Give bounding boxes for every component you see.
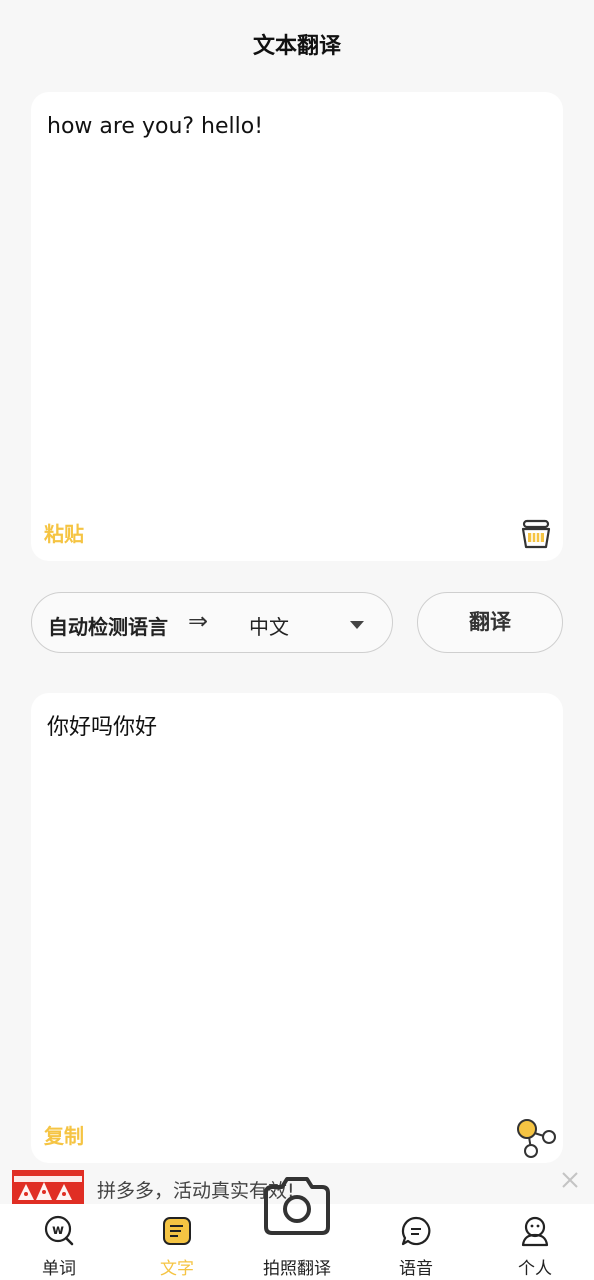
- text-doc-icon: [161, 1215, 193, 1247]
- copy-button[interactable]: 复制: [44, 1120, 84, 1149]
- person-icon: [519, 1215, 551, 1247]
- speech-bubble-icon: [400, 1215, 432, 1247]
- source-language[interactable]: 自动检测语言: [48, 611, 168, 640]
- chevron-down-icon[interactable]: [350, 621, 364, 629]
- tab-text[interactable]: 文字: [118, 1204, 236, 1280]
- tab-label: 单词: [42, 1259, 76, 1279]
- tab-profile[interactable]: 个人: [476, 1204, 594, 1280]
- source-text-input[interactable]: how are you? hello!: [47, 112, 547, 142]
- svg-text:w: w: [52, 1223, 64, 1238]
- share-icon[interactable]: [515, 1117, 557, 1159]
- close-icon[interactable]: [558, 1168, 582, 1192]
- paste-button[interactable]: 粘贴: [44, 518, 84, 547]
- result-text: 你好吗你好: [47, 715, 158, 740]
- tab-label: 语音: [399, 1259, 433, 1279]
- target-language[interactable]: 中文: [249, 611, 289, 640]
- tab-voice[interactable]: 语音: [357, 1204, 475, 1280]
- result-text-card: 你好吗你好 复制: [31, 693, 563, 1163]
- basket-icon[interactable]: [519, 517, 553, 551]
- language-selector[interactable]: 自动检测语言 ⇒ 中文: [31, 592, 393, 653]
- direction-arrow-icon: ⇒: [188, 607, 209, 635]
- translate-button[interactable]: 翻译: [417, 592, 563, 653]
- page-title: 文本翻译: [252, 34, 341, 59]
- word-search-icon: w: [43, 1215, 75, 1247]
- camera-icon[interactable]: [262, 1175, 332, 1235]
- tab-label: 文字: [160, 1259, 194, 1279]
- tab-words[interactable]: w 单词: [0, 1204, 118, 1280]
- source-text-card[interactable]: how are you? hello! 粘贴: [31, 92, 563, 561]
- ad-logo: [12, 1170, 84, 1206]
- tab-label: 个人: [518, 1259, 552, 1279]
- tab-label: 拍照翻译: [263, 1259, 331, 1279]
